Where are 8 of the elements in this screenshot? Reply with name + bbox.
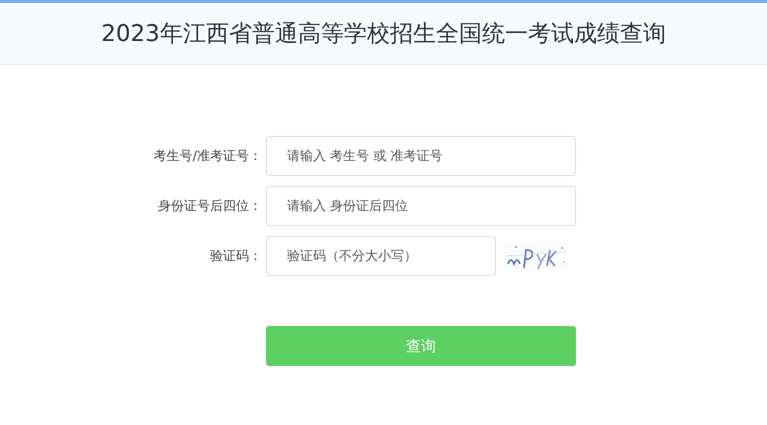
input-field[interactable]: 请输入 考生号 或 准考证号 bbox=[266, 136, 576, 176]
input-field[interactable]: 请输入 身份证后四位 bbox=[266, 186, 576, 226]
input-field[interactable]: 验证码（不分大小写） bbox=[266, 236, 496, 276]
field-label: 验证码： bbox=[209, 248, 262, 265]
query-button[interactable]: 查询 bbox=[266, 326, 576, 366]
field-label: 考生号/准考证号： bbox=[152, 148, 262, 165]
page-title: 2023年江西省普通高等学校招生全国统一考试成绩查询 bbox=[101, 20, 666, 49]
field-label: 身份证号后四位： bbox=[157, 198, 262, 215]
